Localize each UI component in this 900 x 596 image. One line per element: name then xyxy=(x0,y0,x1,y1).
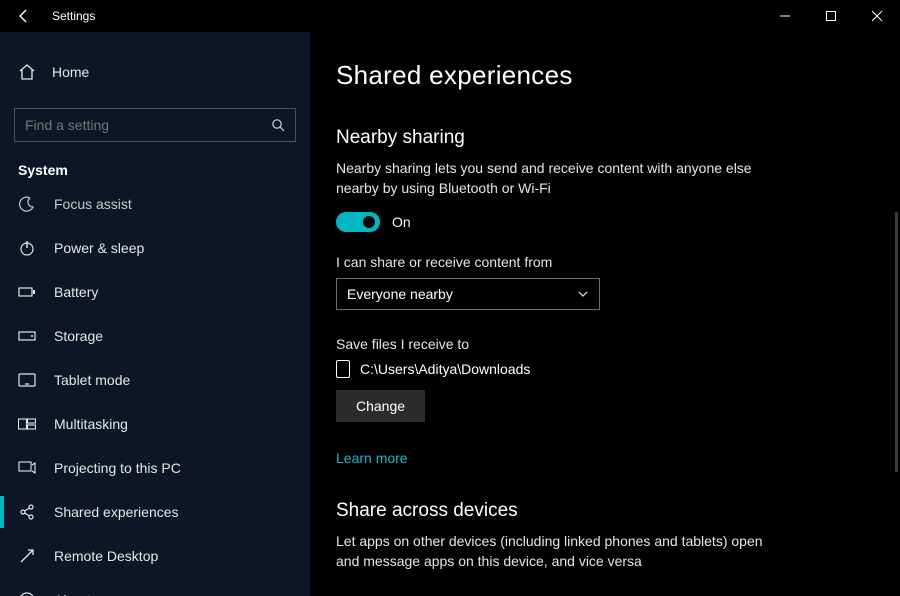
sidebar-item-remote-desktop[interactable]: Remote Desktop xyxy=(0,534,310,578)
sidebar-item-label: Battery xyxy=(54,284,98,300)
battery-icon xyxy=(18,283,36,301)
sidebar-item-shared-experiences[interactable]: Shared experiences xyxy=(0,490,310,534)
close-icon xyxy=(871,10,883,22)
sidebar-item-label: Shared experiences xyxy=(54,504,179,520)
sidebar-item-label: Power & sleep xyxy=(54,240,144,256)
scrollbar[interactable] xyxy=(895,212,898,472)
nearby-heading: Nearby sharing xyxy=(336,127,874,149)
share-from-label: I can share or receive content from xyxy=(336,254,874,270)
sidebar-item-battery[interactable]: Battery xyxy=(0,270,310,314)
nav-list: Focus assist Power & sleep Battery Stora… xyxy=(0,186,310,596)
remote-icon xyxy=(18,547,36,565)
sidebar-item-label: About xyxy=(54,592,91,596)
nearby-toggle-row: On xyxy=(336,212,874,232)
change-button[interactable]: Change xyxy=(336,390,425,422)
learn-more-link[interactable]: Learn more xyxy=(336,450,408,466)
sidebar-item-label: Remote Desktop xyxy=(54,548,158,564)
projecting-icon xyxy=(18,459,36,477)
arrow-left-icon xyxy=(16,8,32,24)
window-title: Settings xyxy=(48,9,95,23)
search-input[interactable] xyxy=(25,117,271,133)
home-nav[interactable]: Home xyxy=(0,52,310,92)
share-from-select[interactable]: Everyone nearby xyxy=(336,278,600,310)
sidebar-item-label: Storage xyxy=(54,328,103,344)
share-icon xyxy=(18,503,36,521)
tablet-icon xyxy=(18,371,36,389)
sidebar-item-label: Tablet mode xyxy=(54,372,130,388)
settings-window: Settings Home Sys xyxy=(0,0,900,596)
sidebar-item-tablet-mode[interactable]: Tablet mode xyxy=(0,358,310,402)
content-inner: Shared experiences Nearby sharing Nearby… xyxy=(310,32,900,596)
body: Home System Focus assist Power & sleep xyxy=(0,32,900,596)
nearby-desc: Nearby sharing lets you send and receive… xyxy=(336,159,766,198)
home-icon xyxy=(18,63,36,81)
page-title: Shared experiences xyxy=(336,60,874,91)
sidebar-item-label: Projecting to this PC xyxy=(54,460,181,476)
content-pane: Shared experiences Nearby sharing Nearby… xyxy=(310,32,900,596)
maximize-button[interactable] xyxy=(808,0,854,32)
across-heading: Share across devices xyxy=(336,500,874,522)
sidebar: Home System Focus assist Power & sleep xyxy=(0,32,310,596)
minimize-icon xyxy=(779,10,791,22)
back-button[interactable] xyxy=(0,0,48,32)
sidebar-item-projecting[interactable]: Projecting to this PC xyxy=(0,446,310,490)
chevron-down-icon xyxy=(577,288,589,300)
window-controls xyxy=(762,0,900,32)
across-desc: Let apps on other devices (including lin… xyxy=(336,532,766,571)
sidebar-item-about[interactable]: About xyxy=(0,578,310,596)
home-label: Home xyxy=(52,64,89,80)
sidebar-item-label: Multitasking xyxy=(54,416,128,432)
sidebar-item-power-sleep[interactable]: Power & sleep xyxy=(0,226,310,270)
sidebar-item-storage[interactable]: Storage xyxy=(0,314,310,358)
search-box[interactable] xyxy=(14,108,296,142)
save-path-row: C:\Users\Aditya\Downloads xyxy=(336,360,874,378)
titlebar: Settings xyxy=(0,0,900,32)
share-from-value: Everyone nearby xyxy=(347,286,453,302)
power-icon xyxy=(18,239,36,257)
save-to-label: Save files I receive to xyxy=(336,336,874,352)
moon-icon xyxy=(18,195,36,213)
device-icon xyxy=(336,360,350,378)
sidebar-item-focus-assist[interactable]: Focus assist xyxy=(0,186,310,226)
nearby-toggle-label: On xyxy=(392,214,411,230)
info-icon xyxy=(18,591,36,596)
maximize-icon xyxy=(825,10,837,22)
section-label-system: System xyxy=(0,156,310,186)
nearby-toggle[interactable] xyxy=(336,212,380,232)
minimize-button[interactable] xyxy=(762,0,808,32)
multitask-icon xyxy=(18,415,36,433)
sidebar-item-label: Focus assist xyxy=(54,196,132,212)
search-icon xyxy=(271,118,285,132)
close-button[interactable] xyxy=(854,0,900,32)
save-path: C:\Users\Aditya\Downloads xyxy=(360,361,530,377)
toggle-knob xyxy=(363,216,375,228)
storage-icon xyxy=(18,327,36,345)
sidebar-item-multitasking[interactable]: Multitasking xyxy=(0,402,310,446)
